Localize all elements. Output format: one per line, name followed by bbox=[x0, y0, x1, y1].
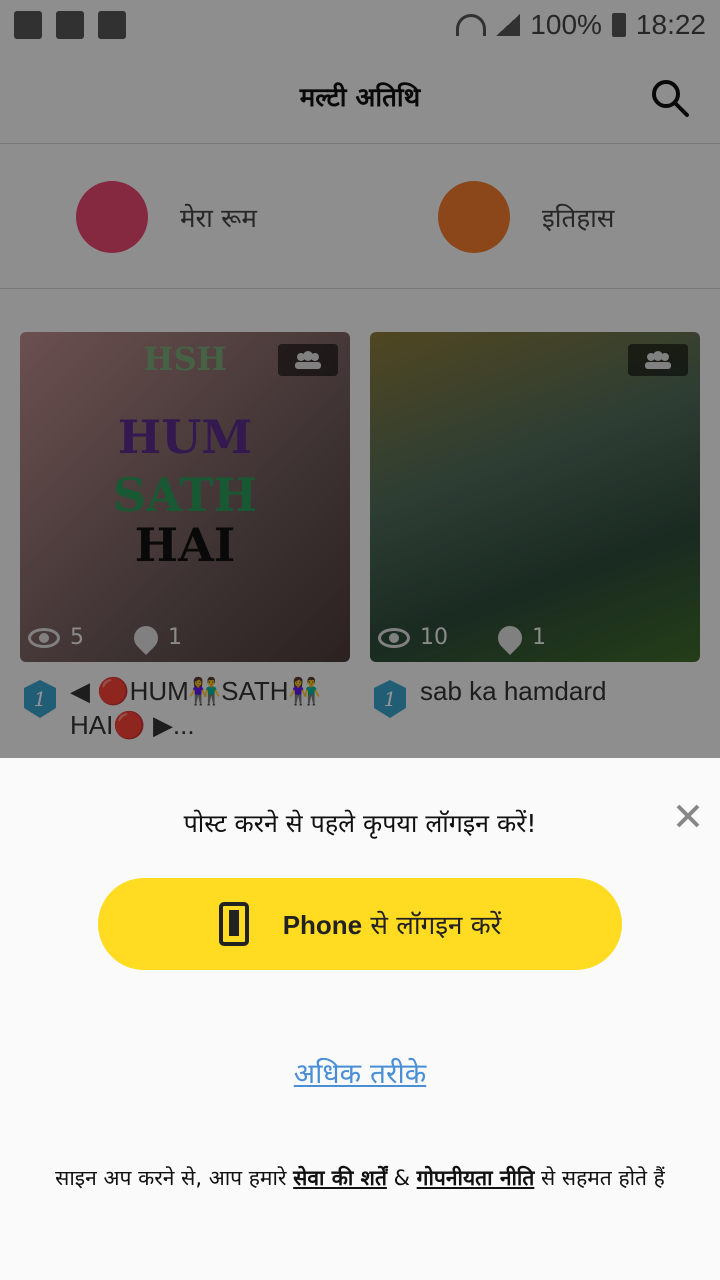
close-icon[interactable] bbox=[674, 802, 702, 830]
phone-icon bbox=[218, 902, 249, 946]
login-sheet: पोस्ट करने से पहले कृपया लॉगइन करें! Pho… bbox=[0, 758, 720, 1280]
phone-login-label: Phone से लॉगइन करें bbox=[282, 910, 502, 941]
terms-text: साइन अप करने से, आप हमारे सेवा की शर्तें… bbox=[55, 1166, 665, 1190]
login-prompt: पोस्ट करने से पहले कृपया लॉगइन करें! bbox=[183, 809, 537, 838]
phone-login-button[interactable]: Phone से लॉगइन करें bbox=[98, 878, 622, 970]
privacy-policy-link[interactable]: गोपनीयता नीति bbox=[417, 1166, 535, 1190]
more-methods-link[interactable]: अधिक तरीके bbox=[0, 1054, 720, 1092]
dim-overlay[interactable] bbox=[0, 0, 720, 758]
terms-of-service-link[interactable]: सेवा की शर्तें bbox=[293, 1166, 387, 1190]
